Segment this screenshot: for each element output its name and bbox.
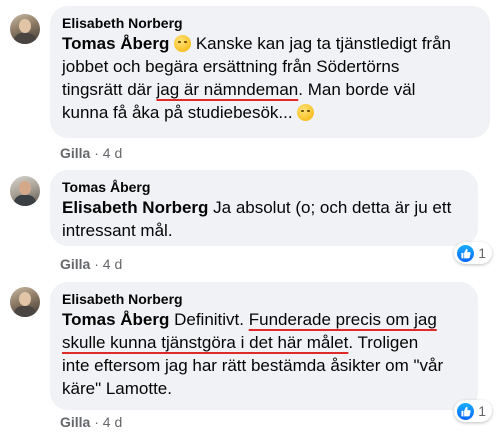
- comment-bubble: Elisabeth Norberg Tomas Åberg Kanske kan…: [50, 6, 490, 138]
- reaction-count: 1: [478, 403, 486, 419]
- comment-actions: Gilla · 4 d: [60, 145, 122, 161]
- avatar[interactable]: [10, 176, 40, 206]
- mention-link[interactable]: Elisabeth Norberg: [62, 198, 208, 217]
- avatar[interactable]: [10, 14, 40, 44]
- like-button[interactable]: Gilla: [60, 256, 90, 272]
- comment-text: Elisabeth Norberg Ja absolut (o; och det…: [62, 198, 452, 240]
- comment-bubble: Elisabeth Norberg Tomas Åberg Definitivt…: [50, 282, 478, 410]
- comment-actions: Gilla · 4 d: [60, 256, 122, 272]
- like-button[interactable]: Gilla: [60, 145, 90, 161]
- comment-time[interactable]: · 4 d: [90, 256, 122, 272]
- reaction-count: 1: [478, 245, 486, 261]
- comment-actions: Gilla · 4 d: [60, 414, 122, 430]
- comment-author[interactable]: Elisabeth Norberg: [62, 14, 476, 32]
- mention-link[interactable]: Tomas Åberg: [62, 310, 169, 329]
- comment-text: Tomas Åberg Kanske kan jag ta tjänstledi…: [62, 34, 451, 122]
- smiling-face-icon: [174, 35, 192, 52]
- comment-author[interactable]: Elisabeth Norberg: [62, 290, 464, 308]
- comment-time[interactable]: · 4 d: [90, 414, 122, 430]
- thinking-face-icon: [297, 104, 315, 121]
- thumbs-up-icon: [457, 244, 475, 262]
- comment-time[interactable]: · 4 d: [90, 145, 122, 161]
- comment-text: Tomas Åberg Definitivt. Funderade precis…: [62, 310, 444, 398]
- comment-bubble: Tomas Åberg Elisabeth Norberg Ja absolut…: [50, 170, 478, 246]
- avatar[interactable]: [10, 287, 40, 317]
- like-button[interactable]: Gilla: [60, 414, 90, 430]
- comment-author[interactable]: Tomas Åberg: [62, 178, 464, 196]
- thumbs-up-icon: [457, 402, 475, 420]
- reaction-summary[interactable]: 1: [454, 242, 492, 264]
- mention-link[interactable]: Tomas Åberg: [62, 34, 169, 53]
- reaction-summary[interactable]: 1: [454, 400, 492, 422]
